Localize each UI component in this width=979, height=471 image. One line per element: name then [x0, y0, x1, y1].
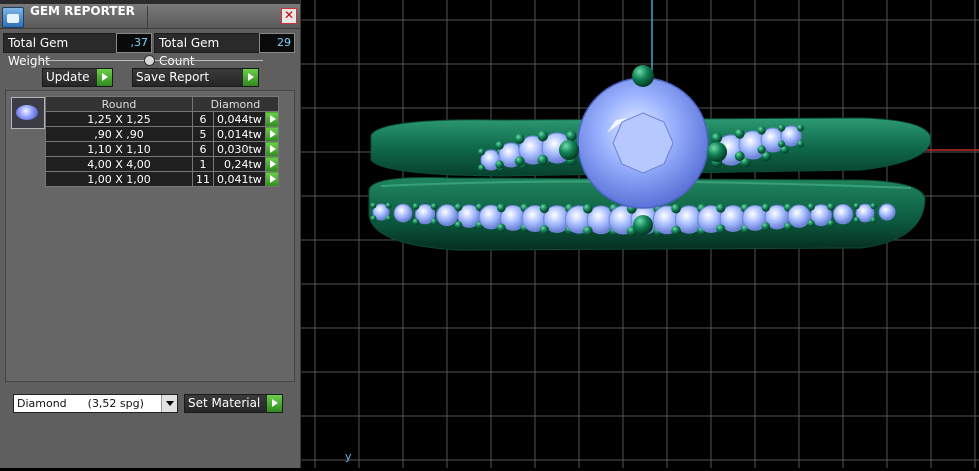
gem-count: 6 [192, 111, 214, 127]
set-material-button-label: Set Material [188, 396, 261, 410]
gem-size: 1,10 X 1,10 [45, 141, 193, 157]
set-material-button[interactable]: Set Material [184, 394, 283, 413]
gem-table-header: Round Diamond [45, 96, 279, 112]
table-row[interactable]: 1,25 X 1,25 6 0,044tw [45, 111, 279, 127]
save-report-button-label: Save Report [136, 70, 210, 84]
total-gem-count-label: Total Gem Count [154, 33, 260, 68]
row-arrow-icon[interactable] [264, 126, 279, 142]
save-report-button[interactable]: Save Report [132, 68, 259, 87]
gem-count: 1 [192, 156, 214, 172]
gem-reporter-icon [2, 7, 24, 28]
axis-y-label: y [345, 450, 352, 463]
total-gem-count-value: 29 [259, 33, 295, 53]
play-arrow-icon [267, 395, 282, 412]
panel-title: GEM REPORTER [30, 4, 135, 18]
gem-count: 5 [192, 126, 214, 142]
gem-count: 6 [192, 141, 214, 157]
gem-table: Round Diamond 1,25 X 1,25 6 0,044tw ,90 … [45, 96, 279, 187]
close-icon[interactable]: ✕ [281, 8, 297, 24]
gem-size: 4,00 X 4,00 [45, 156, 193, 172]
row-arrow-icon[interactable] [264, 156, 279, 172]
table-row[interactable]: 1,00 X 1,00 11 0,041tw [45, 171, 279, 187]
update-button-label: Update [46, 70, 90, 84]
gem-weight: 0,044tw [213, 111, 266, 127]
update-button[interactable]: Update [42, 68, 113, 87]
table-row[interactable]: 4,00 X 4,00 1 0,24tw [45, 156, 279, 172]
material-dropdown[interactable]: Diamond (3,52 spg) [13, 394, 178, 413]
gem-weight: 0,014tw [213, 126, 266, 142]
gem-size: 1,25 X 1,25 [45, 111, 193, 127]
table-row[interactable]: ,90 X ,90 5 0,014tw [45, 126, 279, 142]
ring-model[interactable] [368, 65, 932, 251]
gem-reporter-panel: GEM REPORTER ✕ Total Gem Weight ,37 Tota… [0, 0, 301, 468]
total-gem-weight-value: ,37 [116, 33, 152, 53]
header-diamond: Diamond [192, 96, 279, 112]
row-arrow-icon[interactable] [264, 141, 279, 157]
gem-weight: 0,24tw [213, 156, 266, 172]
gem-weight: 0,030tw [213, 141, 266, 157]
gem-size: 1,00 X 1,00 [45, 171, 193, 187]
viewport-canvas[interactable] [301, 0, 979, 468]
panel-slider-handle[interactable] [144, 55, 155, 66]
title-separator [147, 6, 148, 28]
header-round: Round [45, 96, 193, 112]
panel-title-bar[interactable]: GEM REPORTER ✕ [0, 4, 300, 29]
chevron-down-icon[interactable] [161, 395, 177, 412]
play-arrow-icon [243, 69, 258, 86]
table-row[interactable]: 1,10 X 1,10 6 0,030tw [45, 141, 279, 157]
material-selected-value: Diamond (3,52 spg) [17, 397, 144, 410]
round-diamond-icon[interactable] [11, 97, 45, 129]
row-arrow-icon[interactable] [264, 111, 279, 127]
gem-list-area: Round Diamond 1,25 X 1,25 6 0,044tw ,90 … [5, 90, 295, 382]
play-arrow-icon [97, 69, 112, 86]
gem-weight: 0,041tw [213, 171, 266, 187]
gem-size: ,90 X ,90 [45, 126, 193, 142]
row-arrow-icon[interactable] [264, 171, 279, 187]
total-gem-weight-label: Total Gem Weight [3, 33, 117, 68]
3d-viewport[interactable] [301, 0, 979, 468]
gem-count: 11 [192, 171, 214, 187]
